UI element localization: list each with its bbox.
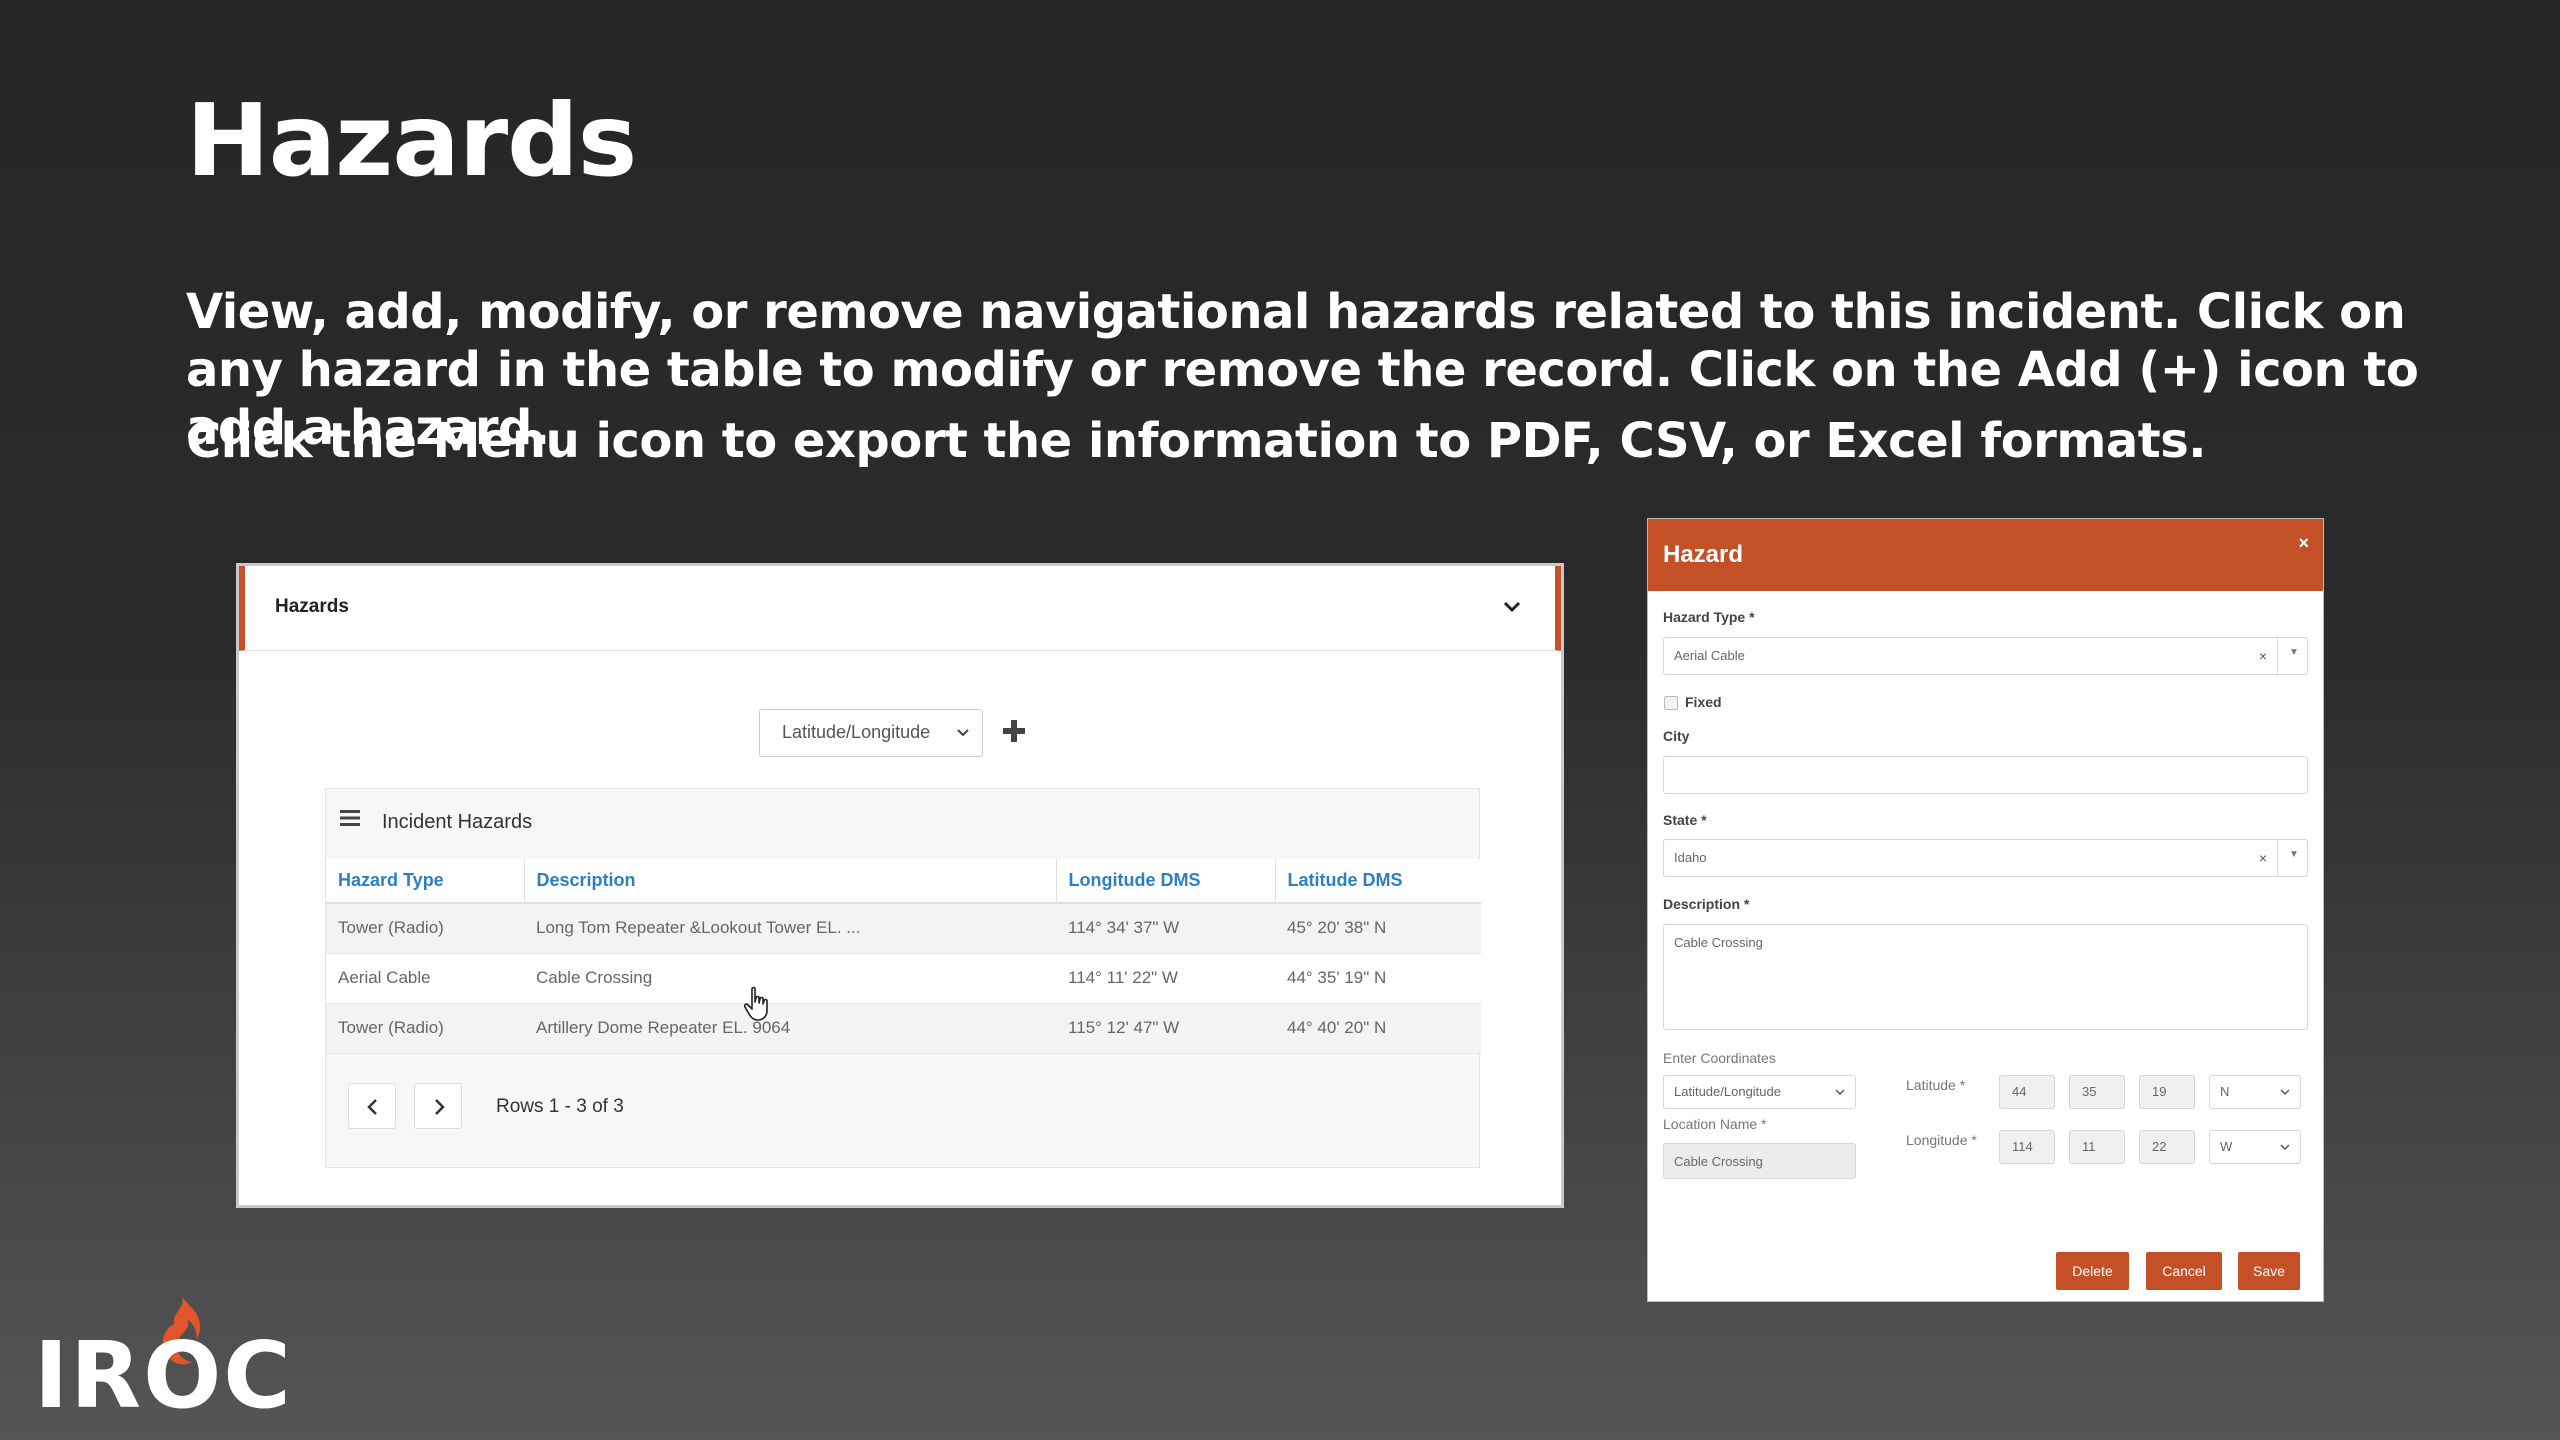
iroc-logo: IROC [34, 1296, 294, 1429]
coordinate-format-value: Latitude/Longitude [782, 722, 931, 742]
cell-description: Artillery Dome Repeater EL. 9064 [524, 1003, 1056, 1054]
column-header-latitude[interactable]: Latitude DMS [1274, 859, 1481, 904]
close-icon[interactable]: × [2298, 533, 2309, 554]
cell-latitude: 44° 35' 19" N [1275, 953, 1481, 1004]
incident-hazards-table-card: Incident Hazards Hazard Type Description… [325, 788, 1481, 1168]
slide-title: Hazards [186, 82, 637, 199]
dropdown-toggle[interactable]: ▼ [2277, 840, 2307, 876]
cell-hazard-type: Aerial Cable [326, 953, 524, 1004]
chevron-left-icon [367, 1099, 377, 1115]
table-row[interactable]: Aerial Cable Cable Crossing 114° 11' 22"… [326, 953, 1481, 1004]
hazard-type-select[interactable]: Aerial Cable × ▼ [1663, 637, 2308, 675]
chevron-down-icon [957, 729, 969, 737]
cell-hazard-type: Tower (Radio) [326, 1003, 524, 1054]
caret-down-icon: ▼ [2289, 849, 2299, 860]
longitude-seconds-input[interactable]: 22 [2139, 1130, 2195, 1164]
state-select[interactable]: Idaho × ▼ [1663, 839, 2308, 877]
coordinate-format-select[interactable]: Latitude/Longitude [759, 709, 983, 757]
dialog-header: Hazard × [1648, 519, 2323, 591]
caret-down-icon: ▼ [2289, 647, 2299, 658]
enter-coordinates-label: Enter Coordinates [1663, 1050, 1776, 1066]
description-label: Description * [1663, 896, 1750, 912]
column-header-hazard-type[interactable]: Hazard Type [326, 859, 524, 904]
description-textarea[interactable]: Cable Crossing [1663, 924, 2308, 1030]
cell-description: Long Tom Repeater &Lookout Tower EL. ... [524, 903, 1056, 954]
hazard-type-value: Aerial Cable [1674, 648, 1745, 663]
cell-longitude: 115° 12' 47" W [1056, 1003, 1275, 1054]
longitude-label: Longitude * [1906, 1132, 1977, 1148]
cell-hazard-type: Tower (Radio) [326, 903, 524, 954]
delete-button[interactable]: Delete [2056, 1252, 2129, 1290]
column-header-longitude[interactable]: Longitude DMS [1055, 859, 1275, 904]
next-page-button[interactable] [414, 1083, 462, 1129]
cell-longitude: 114° 11' 22" W [1056, 953, 1275, 1004]
hazards-panel: Hazards Latitude/Longitude Incident Haza… [236, 563, 1564, 1208]
latitude-direction-value: N [2220, 1084, 2230, 1099]
coordinates-format-select[interactable]: Latitude/Longitude [1663, 1075, 1856, 1109]
chevron-down-icon[interactable] [1497, 592, 1527, 622]
state-label: State * [1663, 812, 1707, 828]
longitude-direction-select[interactable]: W [2209, 1130, 2301, 1164]
dropdown-toggle[interactable]: ▼ [2277, 638, 2307, 674]
latitude-seconds-input[interactable]: 19 [2139, 1075, 2195, 1109]
fixed-checkbox[interactable] [1664, 696, 1678, 710]
clear-icon[interactable]: × [2259, 850, 2267, 866]
cell-latitude: 44° 40' 20" N [1275, 1003, 1481, 1054]
cancel-button[interactable]: Cancel [2146, 1252, 2222, 1290]
chevron-down-icon [2280, 1089, 2290, 1096]
latitude-label: Latitude * [1906, 1077, 1966, 1093]
longitude-degrees-input[interactable]: 114 [1999, 1130, 2055, 1164]
location-name-value: Cable Crossing [1674, 1154, 1763, 1169]
menu-icon[interactable] [340, 809, 360, 827]
coordinates-format-value: Latitude/Longitude [1674, 1084, 1781, 1099]
dialog-title: Hazard [1663, 541, 1744, 568]
chevron-down-icon [1835, 1089, 1845, 1096]
location-name-input[interactable]: Cable Crossing [1663, 1143, 1856, 1179]
city-label: City [1663, 728, 1690, 744]
table-header-row: Hazard Type Description Longitude DMS La… [326, 859, 1481, 904]
slide-paragraph-2: Click the Menu icon to export the inform… [186, 413, 2207, 469]
table-title: Incident Hazards [382, 811, 533, 833]
hazard-dialog: Hazard × Hazard Type * Aerial Cable × ▼ … [1647, 518, 2324, 1302]
column-header-description[interactable]: Description [523, 859, 1056, 904]
table-row[interactable]: Tower (Radio) Long Tom Repeater &Lookout… [326, 903, 1481, 954]
cell-latitude: 45° 20' 38" N [1275, 903, 1481, 954]
latitude-minutes-input[interactable]: 35 [2069, 1075, 2125, 1109]
city-input[interactable] [1663, 756, 2308, 794]
cell-description: Cable Crossing [524, 953, 1056, 1004]
panel-header: Hazards [239, 566, 1561, 651]
previous-page-button[interactable] [348, 1083, 396, 1129]
chevron-right-icon [435, 1099, 445, 1115]
chevron-down-icon [2280, 1144, 2290, 1151]
latitude-degrees-input[interactable]: 44 [1999, 1075, 2055, 1109]
rows-info: Rows 1 - 3 of 3 [496, 1096, 624, 1117]
table-row[interactable]: Tower (Radio) Artillery Dome Repeater EL… [326, 1003, 1481, 1054]
panel-title: Hazards [275, 596, 349, 617]
latitude-direction-select[interactable]: N [2209, 1075, 2301, 1109]
fixed-label: Fixed [1685, 694, 1722, 710]
cell-longitude: 114° 34' 37" W [1056, 903, 1275, 954]
hazard-type-label: Hazard Type * [1663, 609, 1755, 625]
clear-icon[interactable]: × [2259, 648, 2267, 664]
save-button[interactable]: Save [2238, 1252, 2300, 1290]
logo-text: IROC [34, 1322, 293, 1429]
hand-cursor-icon [743, 986, 768, 1021]
location-name-label: Location Name * [1663, 1116, 1767, 1132]
longitude-minutes-input[interactable]: 11 [2069, 1130, 2125, 1164]
hazards-table: Hazard Type Description Longitude DMS La… [326, 859, 1481, 1054]
add-icon[interactable] [999, 716, 1029, 746]
state-value: Idaho [1674, 850, 1707, 865]
longitude-direction-value: W [2220, 1139, 2233, 1154]
description-value: Cable Crossing [1674, 935, 1763, 950]
